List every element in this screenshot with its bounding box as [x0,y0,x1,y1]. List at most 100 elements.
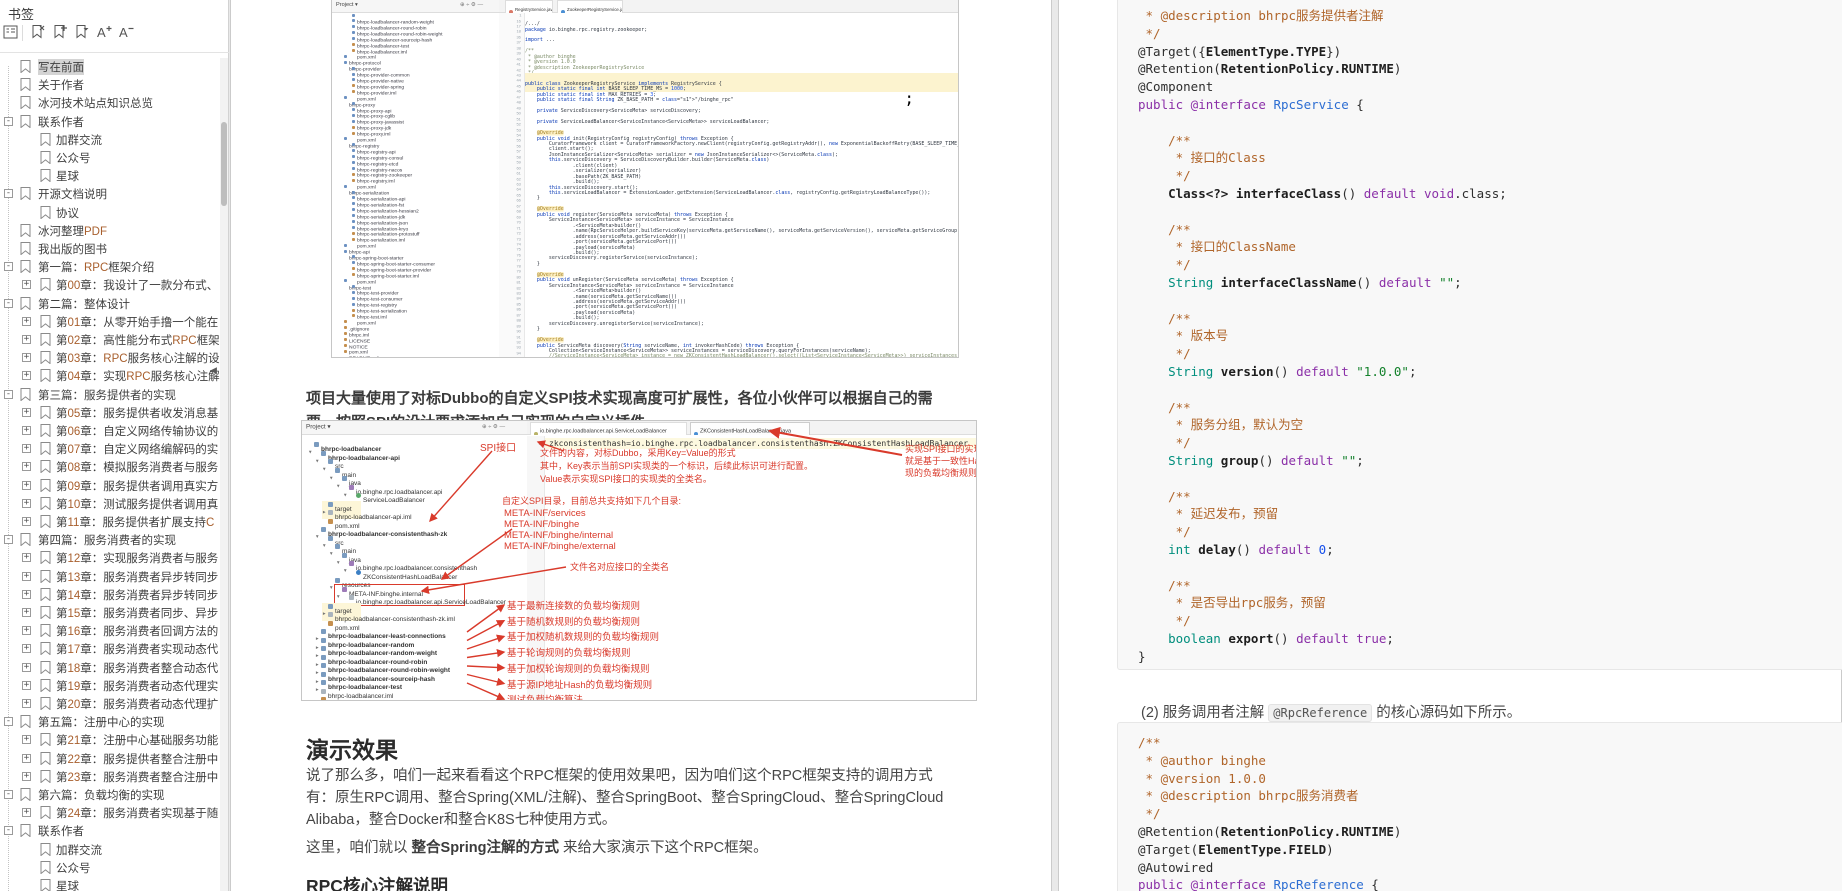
tree-expander-icon[interactable]: + [22,644,31,653]
tree-expander-icon[interactable]: + [22,553,31,562]
delete-bookmark-icon[interactable] [30,24,48,42]
bookmark-icon [40,624,51,637]
red-annotation: Value表示实现SPI接口的实现类的全类名。 [540,473,712,485]
bookmark-item[interactable]: + 第03章：RPC服务核心注解的设 [0,349,221,367]
tree-expander-icon[interactable]: + [22,590,31,599]
tree-expander-icon[interactable]: - [4,535,13,544]
bookmark-scrollbar[interactable] [220,58,228,891]
bookmark-item[interactable]: - 第六篇：负载均衡的实现 [0,786,221,804]
tree-expander-icon[interactable]: - [4,826,13,835]
tree-expander-icon[interactable]: - [4,299,13,308]
tree-expander-icon[interactable]: + [22,681,31,690]
bookmark-panel: 书签 A A [0,0,229,891]
tree-expander-icon[interactable]: - [4,790,13,799]
bookmark-item[interactable]: 冰河整理PDF [0,222,221,240]
bookmark-menu-icon[interactable] [74,24,92,42]
bookmark-item[interactable]: + 第19章：服务消费者动态代理实 [0,677,221,695]
bookmark-item[interactable]: + 第22章：服务提供者整合注册中 [0,750,221,768]
bookmark-item[interactable]: - 开源文档说明 [0,185,221,203]
tree-expander-icon[interactable]: - [4,262,13,271]
bookmark-item[interactable]: + 第01章：从零开始手撸一个能在 [0,313,221,331]
bookmark-item[interactable]: + 第23章：服务消费者整合注册中 [0,768,221,786]
code-line: String version() default "1.0.0"; [1138,363,1417,381]
tree-expander-icon[interactable]: + [22,735,31,744]
bookmark-item[interactable]: - 第二篇：整体设计 [0,295,221,313]
bookmark-item[interactable]: + 第13章：服务消费者异步转同步 [0,568,221,586]
tree-expander-icon[interactable]: + [22,408,31,417]
scroll-down-icon[interactable]: ⌄ [193,748,205,760]
bookmark-item[interactable]: 公众号 [0,859,221,877]
tree-expander-icon[interactable]: + [22,444,31,453]
tree-expander-icon[interactable]: + [22,699,31,708]
bookmark-item[interactable]: 星球 [0,167,221,185]
tree-expander-icon[interactable]: + [22,335,31,344]
tree-expander-icon[interactable]: + [22,772,31,781]
tree-expander-icon[interactable]: - [4,717,13,726]
decrease-font-icon[interactable]: A [118,24,136,42]
bookmark-item[interactable]: + 第15章：服务消费者同步、异步 [0,604,221,622]
bookmark-item[interactable]: 我出版的图书 [0,240,221,258]
bookmark-item[interactable]: 冰河技术站点知识总览 [0,94,221,112]
bookmark-item[interactable]: + 第08章：模拟服务消费者与服务 [0,458,221,476]
bookmark-item[interactable]: + 第16章：服务消费者回调方法的 [0,622,221,640]
bookmark-item[interactable]: 加群交流 [0,131,221,149]
add-bookmark-icon[interactable] [52,24,70,42]
bookmark-item[interactable]: + 第07章：自定义网络编解码的实 [0,440,221,458]
bookmark-item[interactable]: - 第一篇：RPC框架介绍 [0,258,221,276]
bookmark-icon [40,333,51,346]
bookmark-item[interactable]: + 第17章：服务消费者实现动态代 [0,640,221,658]
tree-expander-icon[interactable]: + [22,499,31,508]
bookmark-item[interactable]: 写在前面 [0,58,221,76]
shot1-code-editor: /.../package io.binghe.rpc.registry.zook… [525,13,959,358]
bookmark-item[interactable]: + 第21章：注册中心基础服务功能 [0,731,221,749]
tree-expander-icon[interactable]: + [22,353,31,362]
bookmark-item[interactable]: 星球 [0,877,221,891]
tree-expander-icon[interactable]: - [4,390,13,399]
bookmark-item[interactable]: + 第24章：服务消费者实现基于随 [0,804,221,822]
bookmark-panel-icon[interactable] [3,24,21,42]
bookmark-item[interactable]: - 第四篇：服务消费者的实现 [0,531,221,549]
bookmark-item[interactable]: - 联系作者 [0,113,221,131]
tree-expander-icon[interactable]: + [22,608,31,617]
bookmark-item[interactable]: + 第18章：服务消费者整合动态代 [0,659,221,677]
tree-expander-icon[interactable]: + [22,280,31,289]
bookmark-item[interactable]: 加群交流 [0,841,221,859]
bookmark-item[interactable]: + 第04章：实现RPC服务核心注解 [0,367,221,385]
tree-expander-icon[interactable]: + [22,462,31,471]
bookmark-item[interactable]: - 第三篇：服务提供者的实现 [0,386,221,404]
bookmark-item[interactable]: + 第00章：我设计了一款分布式、 [0,276,221,294]
tree-expander-icon[interactable]: - [4,117,13,126]
tree-expander-icon[interactable]: - [4,189,13,198]
tree-expander-icon[interactable]: + [22,754,31,763]
red-annotation: 实现SPI接口的实现类，具体 [905,443,977,455]
bookmark-item[interactable]: + 第05章：服务提供者收发消息基 [0,404,221,422]
increase-font-icon[interactable]: A [96,24,114,42]
code-line: } [1138,648,1146,666]
bookmark-item[interactable]: 协议 [0,204,221,222]
bookmark-item[interactable]: + 第12章：实现服务消费者与服务 [0,549,221,567]
tree-expander-icon[interactable]: + [22,808,31,817]
tree-expander-icon[interactable]: + [22,426,31,435]
code-block-rpcreference: /** * @author binghe * @version 1.0.0 * … [1117,722,1842,891]
bookmark-item[interactable]: + 第10章：测试服务提供者调用真 [0,495,221,513]
tree-expander-icon[interactable]: + [22,371,31,380]
bookmark-item[interactable]: + 第20章：服务消费者动态代理扩 [0,695,221,713]
bookmark-item[interactable]: + 第11章：服务提供者扩展支持C [0,513,221,531]
bookmark-item[interactable]: + 第09章：服务提供者调用真实方 [0,477,221,495]
bookmark-item[interactable]: - 第五篇：注册中心的实现 [0,713,221,731]
bookmark-item[interactable]: - 联系作者 [0,822,221,840]
tree-expander-icon[interactable]: + [22,663,31,672]
tree-expander-icon[interactable]: + [22,481,31,490]
tree-expander-icon[interactable]: + [22,517,31,526]
bookmark-item[interactable]: + 第02章：高性能分布式RPC框架 [0,331,221,349]
tree-expander-icon[interactable]: + [22,626,31,635]
bookmark-item[interactable]: 公众号 [0,149,221,167]
tree-expander-icon[interactable]: + [22,572,31,581]
collapse-panel-icon[interactable]: ◀ [210,361,219,379]
bookmark-item[interactable]: + 第06章：自定义网络传输协议的 [0,422,221,440]
tree-expander-icon[interactable]: + [22,317,31,326]
bookmark-item[interactable]: + 第14章：服务消费者异步转同步 [0,586,221,604]
paragraph-rpcreference-intro: (2) 服务调用者注解 @RpcReference 的核心源码如下所示。 [1141,701,1521,722]
bookmark-scrollbar-thumb[interactable] [221,122,227,206]
bookmark-item[interactable]: 关于作者 [0,76,221,94]
